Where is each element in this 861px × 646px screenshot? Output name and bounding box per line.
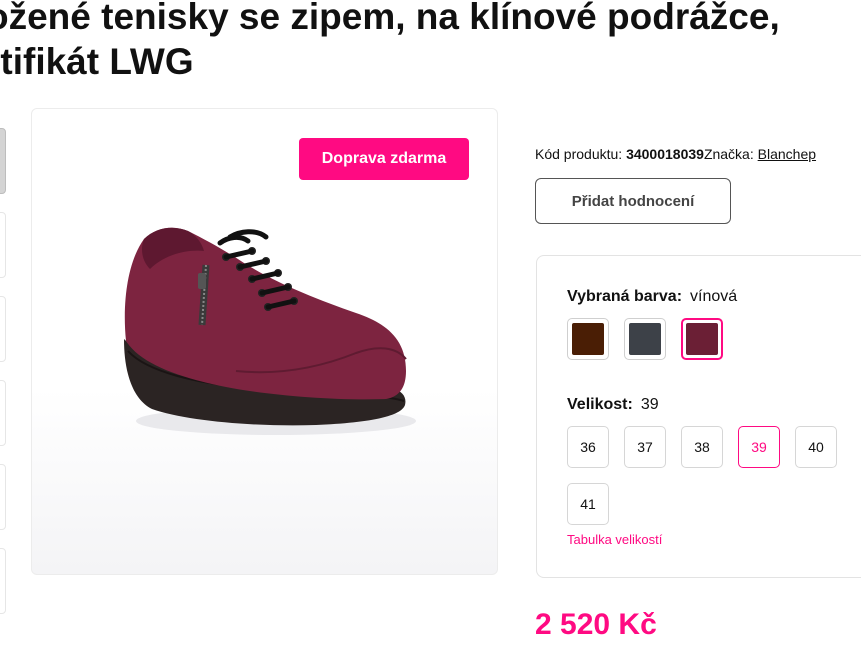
product-code-label: Kód produktu:	[535, 146, 623, 162]
add-review-button[interactable]: Přidat hodnocení	[535, 178, 731, 224]
size-option[interactable]: 40	[795, 426, 837, 468]
size-option[interactable]: 36	[567, 426, 609, 468]
product-image	[124, 227, 416, 435]
thumbnail-6[interactable]	[0, 548, 6, 614]
color-swatch-3[interactable]	[681, 318, 723, 360]
size-label-row: Velikost: 39	[567, 396, 659, 414]
color-label-row: Vybraná barva: vínová	[567, 288, 737, 306]
thumbnail-3[interactable]	[0, 296, 6, 362]
product-options-panel: Vybraná barva: vínová Velikost: 39 36 37 3…	[536, 255, 861, 578]
product-price: 2 520 Kč	[535, 608, 657, 641]
size-option[interactable]: 38	[681, 426, 723, 468]
thumbnail-2[interactable]	[0, 212, 6, 278]
size-option[interactable]: 37	[624, 426, 666, 468]
color-selected-value: vínová	[690, 288, 738, 305]
product-code: 3400018039	[626, 146, 704, 162]
size-label: Velikost:	[567, 396, 633, 413]
product-title: ožené tenisky se zipem, na klínové podrá…	[0, 0, 861, 84]
brand-link[interactable]: Blanchep	[758, 146, 816, 162]
size-option[interactable]: 41	[567, 483, 609, 525]
product-meta: Kód produktu: 3400018039Značka: Blanchep	[535, 146, 816, 162]
color-label: Vybraná barva:	[567, 288, 683, 305]
free-shipping-badge: Doprava zdarma	[299, 138, 469, 180]
size-selected-value: 39	[640, 396, 659, 413]
thumbnail-4[interactable]	[0, 380, 6, 446]
product-title-line-2: rtifikát LWG	[0, 41, 194, 82]
size-option-selected[interactable]: 39	[738, 426, 780, 468]
thumbnail-1[interactable]	[0, 128, 6, 194]
product-title-line-1: ožené tenisky se zipem, na klínové podrá…	[0, 0, 780, 37]
brand-label: Značka:	[703, 146, 754, 162]
color-swatch-1-fill	[572, 323, 604, 355]
product-image-card[interactable]: Doprava zdarma	[31, 108, 498, 575]
color-swatch-1[interactable]	[567, 318, 609, 360]
color-swatch-2[interactable]	[624, 318, 666, 360]
thumbnail-5[interactable]	[0, 464, 6, 530]
color-swatch-3-fill	[686, 323, 718, 355]
color-swatch-2-fill	[629, 323, 661, 355]
size-chart-link[interactable]: Tabulka velikostí	[567, 532, 662, 547]
